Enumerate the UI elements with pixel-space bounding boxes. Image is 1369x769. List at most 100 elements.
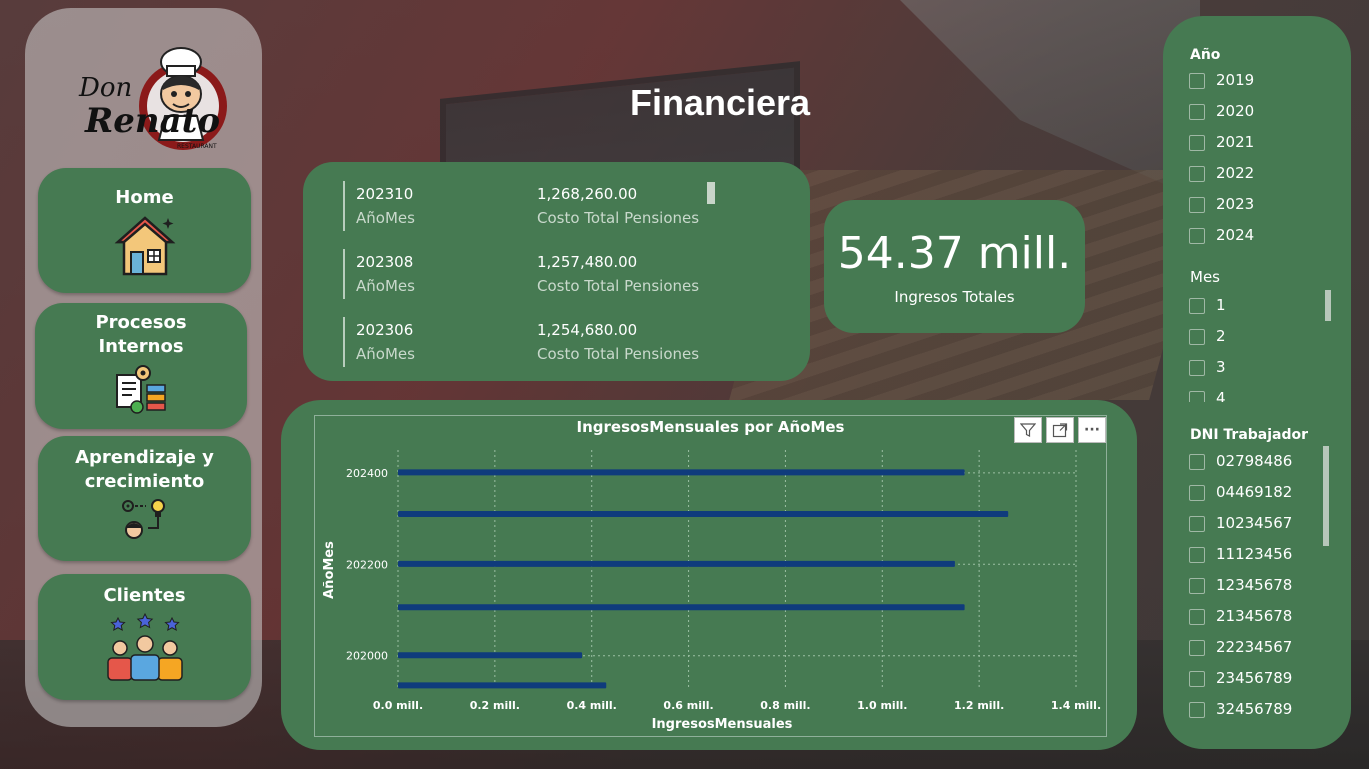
- x-axis-title: IngresosMensuales: [652, 717, 793, 732]
- nav-aprendizaje-label: Aprendizaje y crecimiento: [75, 447, 214, 492]
- dni-option-label: 23456789: [1216, 669, 1293, 687]
- kpi-caption: Ingresos Totales: [894, 288, 1015, 306]
- checkbox[interactable]: [1189, 104, 1205, 120]
- nav-button-clientes[interactable]: Clientes: [38, 574, 251, 700]
- aniomes-label: AñoMes: [356, 345, 415, 363]
- dni-option-label: 21345678: [1216, 607, 1293, 625]
- slicer-panel: Año 2019 2020 2021 2022 2023 2024 Mes 1 2 3 4 DN…: [1163, 16, 1351, 749]
- aniomes-value: 202308: [356, 253, 414, 271]
- year-option-label: 2024: [1216, 226, 1255, 244]
- slicer-dni-scrollbar[interactable]: [1323, 446, 1329, 546]
- costo-value: 1,254,680.00: [537, 321, 638, 339]
- don-renato-logo: Don Renato RESTAURANT: [78, 47, 227, 150]
- bar: [398, 604, 965, 611]
- kpi-card-ingresos-totales[interactable]: 54.37 mill. Ingresos Totales: [824, 200, 1085, 333]
- checkbox[interactable]: [1189, 485, 1205, 501]
- x-tick-label: 0.0 mill.: [373, 699, 423, 712]
- checkbox[interactable]: [1189, 298, 1205, 314]
- month-option-label: 1: [1216, 296, 1226, 314]
- nav-procesos-label: Procesos Internos: [95, 312, 187, 357]
- checkbox[interactable]: [1189, 671, 1205, 687]
- x-tick-label: 1.4 mill.: [1051, 699, 1101, 712]
- aniomes-value: 202310: [356, 185, 414, 203]
- chart-title: IngresosMensuales por AñoMes: [576, 418, 845, 436]
- checkbox[interactable]: [1189, 609, 1205, 625]
- checkbox[interactable]: [1189, 516, 1205, 532]
- multirow-card-costos[interactable]: 202310 AñoMes 1,268,260.00 Costo Total P…: [303, 162, 810, 381]
- checkbox[interactable]: [1189, 702, 1205, 718]
- nav-button-procesos-internos[interactable]: Procesos Internos: [35, 303, 247, 429]
- year-option-label: 2020: [1216, 102, 1255, 120]
- year-option-label: 2023: [1216, 195, 1255, 213]
- kpi-value: 54.37 mill.: [837, 228, 1072, 279]
- costo-label: Costo Total Pensiones: [537, 277, 700, 295]
- x-tick-label: 1.2 mill.: [954, 699, 1004, 712]
- dni-option-label: 12345678: [1216, 576, 1293, 594]
- month-option-label: 3: [1216, 358, 1226, 376]
- x-tick-label: 0.6 mill.: [663, 699, 713, 712]
- slicer-dni-title: DNI Trabajador: [1190, 427, 1309, 443]
- checkbox[interactable]: [1189, 360, 1205, 376]
- costo-label: Costo Total Pensiones: [537, 209, 700, 227]
- checkbox[interactable]: [1189, 228, 1205, 244]
- x-tick-label: 1.0 mill.: [857, 699, 907, 712]
- month-option-label: 4: [1216, 389, 1226, 402]
- chart-plot-svg: 0.0 mill. 0.2 mill. 0.4 mill. 0.6 mill. 0.8 …: [322, 450, 1101, 732]
- checkbox[interactable]: [1189, 166, 1205, 182]
- costo-value: 1,257,480.00: [537, 253, 638, 271]
- dni-option-label: 11123456: [1216, 545, 1293, 563]
- checkbox[interactable]: [1189, 578, 1205, 594]
- bar: [398, 682, 607, 689]
- aniomes-value: 202306: [356, 321, 414, 339]
- dni-option-label: 22234567: [1216, 638, 1293, 656]
- process-documents-icon: [116, 365, 166, 414]
- logo-text-renato: Renato: [84, 101, 220, 141]
- nav-clientes-label: Clientes: [103, 585, 186, 606]
- checkbox[interactable]: [1189, 547, 1205, 563]
- card-record: 202310 AñoMes 1,268,260.00 Costo Total P…: [343, 181, 699, 231]
- checkbox[interactable]: [1189, 391, 1205, 402]
- checkbox[interactable]: [1189, 640, 1205, 656]
- aniomes-label: AñoMes: [356, 277, 415, 295]
- costo-label: Costo Total Pensiones: [537, 345, 700, 363]
- slicer-month-title: Mes: [1190, 268, 1220, 286]
- checkbox[interactable]: [1189, 454, 1205, 470]
- year-option-label: 2019: [1216, 71, 1255, 89]
- year-option-label: 2022: [1216, 164, 1255, 182]
- checkbox[interactable]: [1189, 329, 1205, 345]
- checkbox[interactable]: [1189, 135, 1205, 151]
- checkbox[interactable]: [1189, 73, 1205, 89]
- card-scrollbar[interactable]: [707, 182, 715, 204]
- logo-text-restaurant: RESTAURANT: [177, 143, 217, 150]
- y-tick-label: 202400: [346, 467, 388, 480]
- slicer-month-scrollbar[interactable]: [1325, 290, 1331, 321]
- page-title: Financiera: [629, 82, 811, 123]
- year-option-label: 2021: [1216, 133, 1255, 151]
- month-option-label: 2: [1216, 327, 1226, 345]
- bar: [398, 511, 1009, 517]
- learning-growth-icon: [121, 499, 165, 539]
- bar: [398, 469, 965, 476]
- logo-text-don: Don: [78, 73, 132, 103]
- dni-option-label: 32456789: [1216, 700, 1293, 718]
- x-tick-label: 0.2 mill.: [470, 699, 520, 712]
- dni-option-label: 10234567: [1216, 514, 1293, 532]
- bar: [398, 560, 955, 567]
- slicer-month-list: 1 2 3 4: [1163, 296, 1333, 402]
- nav-home-label: Home: [115, 187, 174, 208]
- house-icon: [114, 216, 175, 276]
- left-nav-panel: Don Renato RESTAURANT Home Procesos Inte…: [25, 8, 262, 727]
- x-tick-label: 0.4 mill.: [567, 699, 617, 712]
- dni-option-label: 04469182: [1216, 483, 1293, 501]
- dni-option-label: 02798486: [1216, 452, 1293, 470]
- nav-button-aprendizaje[interactable]: Aprendizaje y crecimiento: [38, 436, 251, 561]
- x-tick-label: 0.8 mill.: [760, 699, 810, 712]
- checkbox[interactable]: [1189, 197, 1205, 213]
- customers-stars-icon: [106, 612, 183, 681]
- slicer-year-title: Año: [1190, 47, 1221, 63]
- nav-button-home[interactable]: Home: [38, 168, 251, 293]
- card-record: 202306 AñoMes 1,254,680.00 Costo Total P…: [343, 317, 699, 367]
- y-axis-title: AñoMes: [322, 541, 337, 599]
- costo-value: 1,268,260.00: [537, 185, 638, 203]
- aniomes-label: AñoMes: [356, 209, 415, 227]
